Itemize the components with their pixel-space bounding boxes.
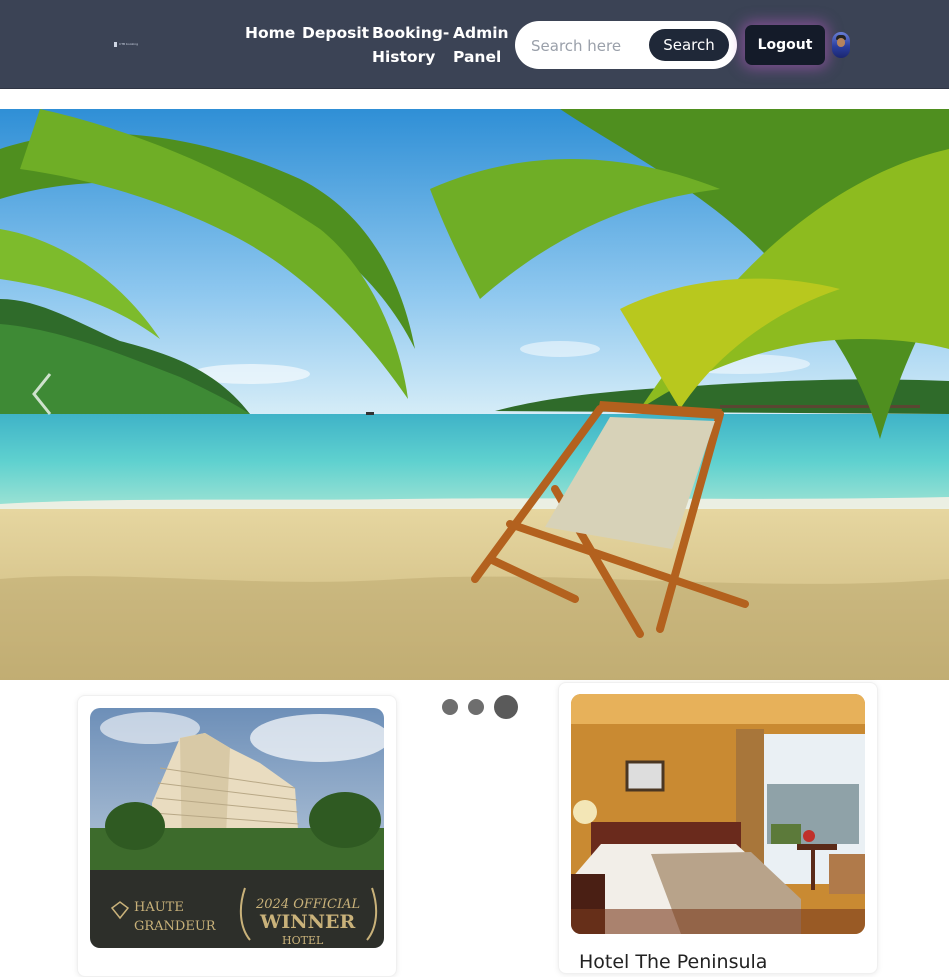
hotel-room-image [571,694,865,934]
hotel-card-image [571,694,865,934]
hotel-card[interactable]: HAUTE GRANDEUR 2024 OFFICIAL WINNER HOTE… [77,695,397,977]
user-avatar[interactable] [832,32,850,58]
hotel-card[interactable]: Hotel The Peninsula [558,682,878,974]
hotel-card-title: Hotel The Peninsula [579,951,768,973]
image-brand-top: HAUTE [134,900,184,915]
carousel-prev-button[interactable] [22,364,62,424]
brand-logo[interactable]: CTB booking [114,42,138,47]
search-input[interactable] [529,30,651,62]
carousel-dot-2[interactable] [468,699,484,715]
nav-home-link[interactable]: Home [245,21,295,45]
hero-beach-image [0,109,949,680]
hotel-card-image: HAUTE GRANDEUR 2024 OFFICIAL WINNER HOTE… [90,708,384,948]
navbar: CTB booking Home Deposit Booking-History… [0,0,949,89]
image-brand-bottom: GRANDEUR [134,919,217,934]
hero-carousel [0,109,949,680]
logo-text: CTB booking [119,42,138,46]
nav-admin-panel-link[interactable]: Admin Panel [453,21,509,69]
nav-deposit-link[interactable]: Deposit [302,21,369,45]
image-award-year: 2024 OFFICIAL [255,897,360,912]
avatar-face [837,38,845,47]
image-award-winner: WINNER [259,911,355,933]
carousel-dot-3[interactable] [494,695,518,719]
carousel-dot-1[interactable] [442,699,458,715]
search-form: Search [515,21,737,69]
hotel-building-image: HAUTE GRANDEUR 2024 OFFICIAL WINNER HOTE… [90,708,384,948]
chevron-left-icon [32,373,52,415]
logout-button[interactable]: Logout [745,25,825,65]
search-button[interactable]: Search [649,29,729,61]
nav-booking-history-link[interactable]: Booking-History [372,21,449,69]
image-award-hotel: HOTEL [282,934,324,947]
logo-icon [114,42,118,47]
carousel-indicators [442,695,518,719]
